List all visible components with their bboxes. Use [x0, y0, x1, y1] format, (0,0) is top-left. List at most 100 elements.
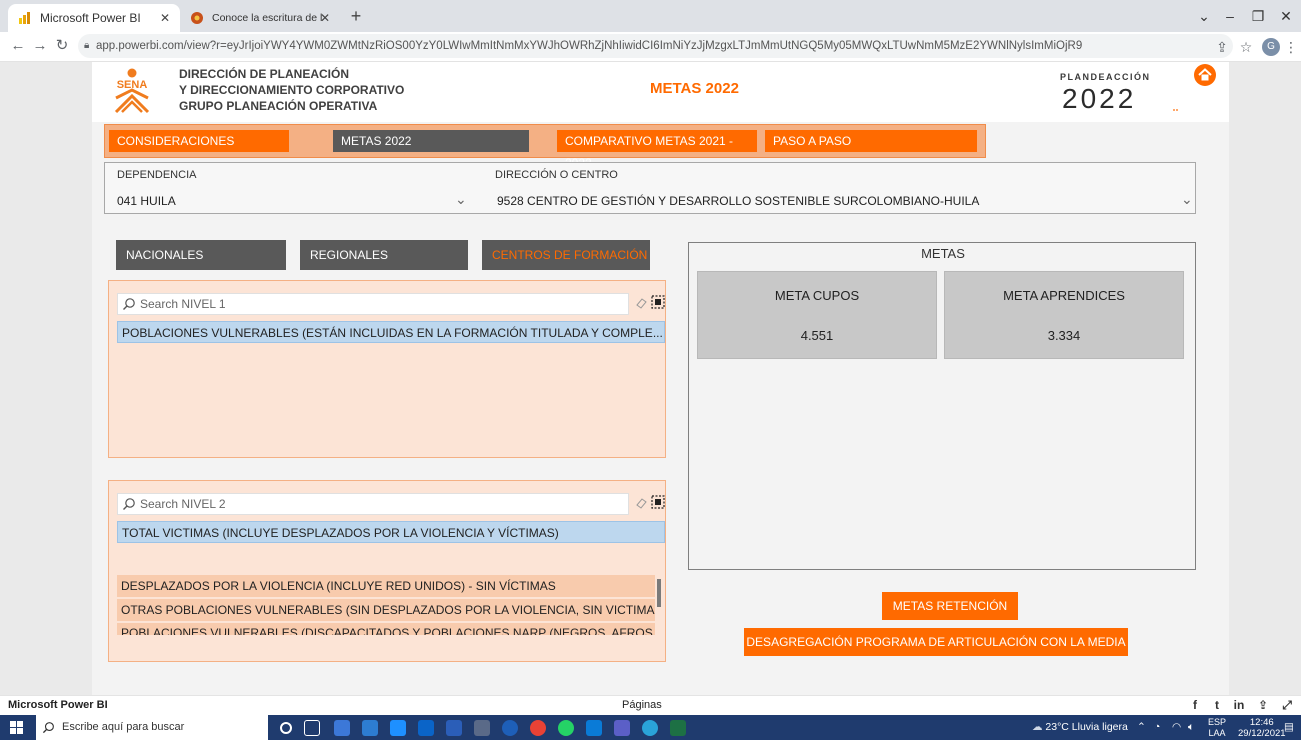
- search-placeholder: Search NIVEL 2: [140, 497, 226, 511]
- url-input[interactable]: 🔒︎ app.powerbi.com/view?r=eyJrIjoiYWY4YW…: [78, 34, 1233, 58]
- new-tab-button[interactable]: +: [344, 4, 368, 28]
- weather-widget[interactable]: ☁ 23°C Lluvia ligera: [1032, 715, 1128, 740]
- share-icon[interactable]: ⇪: [1256, 698, 1270, 712]
- avatar[interactable]: G: [1262, 38, 1280, 56]
- level-centros-button[interactable]: CENTROS DE FORMACIÓN: [482, 240, 650, 270]
- centro-dropdown[interactable]: 9528 CENTRO DE GESTIÓN Y DESARROLLO SOST…: [497, 194, 979, 208]
- task-view-icon[interactable]: [304, 720, 320, 736]
- volume-icon[interactable]: 🔈︎: [1188, 715, 1194, 740]
- tab-powerbi[interactable]: Microsoft Power BI ✕: [8, 4, 180, 32]
- store-icon[interactable]: [362, 720, 378, 736]
- facebook-icon[interactable]: f: [1188, 698, 1202, 712]
- desagregacion-button[interactable]: DESAGREGACIÓN PROGRAMA DE ARTICULACIÓN C…: [744, 628, 1128, 656]
- list-item[interactable]: OTRAS POBLACIONES VULNERABLES (SIN DESPL…: [117, 599, 655, 621]
- outlook-icon[interactable]: [418, 720, 434, 736]
- nav-metas-2022-button[interactable]: METAS 2022: [333, 130, 529, 152]
- search-nivel-1-input[interactable]: Search NIVEL 1: [117, 293, 629, 315]
- whatsapp-icon[interactable]: [558, 720, 574, 736]
- notifications-icon[interactable]: ▤: [1284, 715, 1294, 740]
- scrollbar[interactable]: [657, 579, 661, 607]
- pen-app-icon[interactable]: [474, 720, 490, 736]
- twitter-icon[interactable]: t: [1210, 698, 1224, 712]
- back-arrow-icon[interactable]: ←: [8, 36, 28, 56]
- search-icon: [123, 498, 135, 510]
- org-line-3: GRUPO PLANEACIÓN OPERATIVA: [179, 99, 378, 113]
- mail-icon[interactable]: [390, 720, 406, 736]
- plan-logo-text: PLANDEACCIÓN: [1060, 71, 1151, 82]
- lock-icon: 🔒︎: [84, 40, 90, 51]
- tray-chevron-up-icon[interactable]: ⌃: [1137, 715, 1146, 740]
- dependencia-dropdown[interactable]: 041 HUILA: [117, 194, 176, 208]
- plan-logo-year: 2022: [1062, 83, 1136, 114]
- meta-cupos-label: META CUPOS: [774, 288, 860, 303]
- teams-icon[interactable]: [614, 720, 630, 736]
- tab-conoce[interactable]: Conoce la escritura de los núme ✕: [180, 4, 340, 32]
- url-text: app.powerbi.com/view?r=eyJrIjoiYWY4YWM0Z…: [96, 40, 1083, 52]
- focus-mode-icon[interactable]: [651, 495, 665, 509]
- page-title: METAS 2022: [650, 80, 739, 97]
- windows-start-icon[interactable]: [10, 721, 23, 734]
- meta-aprendices-label: META APRENDICES: [1003, 288, 1125, 303]
- focus-mode-icon[interactable]: [651, 295, 665, 309]
- eraser-icon[interactable]: [635, 297, 647, 309]
- word-icon[interactable]: [446, 720, 462, 736]
- fullscreen-icon[interactable]: ⤢: [1280, 698, 1294, 712]
- tab-title: Microsoft Power BI: [40, 11, 141, 25]
- reload-icon[interactable]: ↻: [52, 36, 72, 56]
- address-bar: ← → ↻ 🔒︎ app.powerbi.com/view?r=eyJrIjoi…: [0, 32, 1301, 62]
- org-line-1: DIRECCIÓN DE PLANEACIÓN: [179, 67, 350, 81]
- eraser-icon[interactable]: [635, 497, 647, 509]
- report-header: SENA DIRECCIÓN DE PLANEACIÓN Y DIRECCION…: [92, 62, 1229, 122]
- page-navigation: CONSIDERACIONES METAS 2022 COMPARATIVO M…: [104, 124, 986, 170]
- edge-icon[interactable]: [642, 720, 658, 736]
- wifi-icon[interactable]: ◠: [1172, 715, 1181, 740]
- list-item[interactable]: POBLACIONES VULNERABLES (ESTÁN INCLUIDAS…: [117, 321, 665, 343]
- linkedin-icon[interactable]: in: [1232, 698, 1246, 712]
- close-icon[interactable]: ✕: [320, 11, 330, 25]
- metas-retencion-button[interactable]: METAS RETENCIÓN: [882, 592, 1018, 620]
- list-item[interactable]: TOTAL VICTIMAS (INCLUYE DESPLAZADOS POR …: [117, 521, 665, 543]
- chevron-down-icon[interactable]: ⌄: [1181, 191, 1193, 208]
- powerbi-footer: Microsoft Power BI Páginas f t in ⇪ ⤢: [0, 695, 1301, 715]
- edge-legacy-icon[interactable]: [502, 720, 518, 736]
- excel-icon[interactable]: [670, 720, 686, 736]
- clock-date: 29/12/2021: [1238, 728, 1286, 739]
- taskbar-search-placeholder: Escribe aquí para buscar: [62, 721, 185, 733]
- search-icon: [123, 298, 135, 310]
- report-canvas: SENA DIRECCIÓN DE PLANEACIÓN Y DIRECCION…: [92, 62, 1229, 695]
- menu-kebab-icon[interactable]: ⋮: [1284, 37, 1298, 57]
- chrome-icon[interactable]: [530, 720, 546, 736]
- filter-bar: DEPENDENCIA 041 HUILA ⌄ DIRECCIÓN O CENT…: [104, 162, 1196, 214]
- powerbi-footer-title: Microsoft Power BI: [8, 699, 108, 711]
- onedrive-icon[interactable]: [586, 720, 602, 736]
- list-item[interactable]: POBLACIONES VULNERABLES (DISCAPACITADOS …: [117, 623, 655, 635]
- language-indicator[interactable]: ESP LAA: [1208, 717, 1226, 739]
- share-icon[interactable]: ⇪: [1212, 37, 1232, 57]
- search-nivel-2-input[interactable]: Search NIVEL 2: [117, 493, 629, 515]
- level-regionales-button[interactable]: REGIONALES: [300, 240, 468, 270]
- browser-tab-bar: Microsoft Power BI ✕ Conoce la escritura…: [0, 0, 1301, 32]
- network-icon[interactable]: ◔: [1154, 715, 1160, 740]
- dependencia-label: DEPENDENCIA: [117, 169, 197, 181]
- weather-text: 23°C Lluvia ligera: [1045, 721, 1128, 733]
- nav-paso-a-paso-button[interactable]: PASO A PASO: [765, 130, 977, 152]
- star-icon[interactable]: ☆: [1236, 37, 1256, 57]
- taskbar-app-icon[interactable]: [334, 720, 350, 736]
- level-nacionales-button[interactable]: NACIONALES: [116, 240, 286, 270]
- window-close-button[interactable]: ✕: [1268, 0, 1301, 32]
- clock[interactable]: 12:46 29/12/2021: [1238, 717, 1286, 739]
- nav-consideraciones-button[interactable]: CONSIDERACIONES: [109, 130, 289, 152]
- forward-arrow-icon[interactable]: →: [30, 36, 50, 56]
- close-icon[interactable]: ✕: [160, 11, 170, 25]
- cortana-icon[interactable]: [280, 722, 292, 734]
- meta-cupos-value: 4.551: [800, 328, 834, 343]
- home-button[interactable]: [1194, 64, 1216, 86]
- taskbar-search-input[interactable]: Escribe aquí para buscar: [36, 715, 268, 740]
- search-placeholder: Search NIVEL 1: [140, 297, 226, 311]
- lang-bottom: LAA: [1208, 728, 1226, 738]
- pages-selector[interactable]: Páginas: [622, 699, 662, 711]
- chevron-down-icon[interactable]: ⌄: [455, 191, 467, 208]
- org-line-2: Y DIRECCIONAMIENTO CORPORATIVO: [179, 83, 405, 97]
- nav-comparativo-button[interactable]: COMPARATIVO METAS 2021 - 2022: [557, 130, 757, 170]
- list-item[interactable]: DESPLAZADOS POR LA VIOLENCIA (INCLUYE RE…: [117, 575, 655, 597]
